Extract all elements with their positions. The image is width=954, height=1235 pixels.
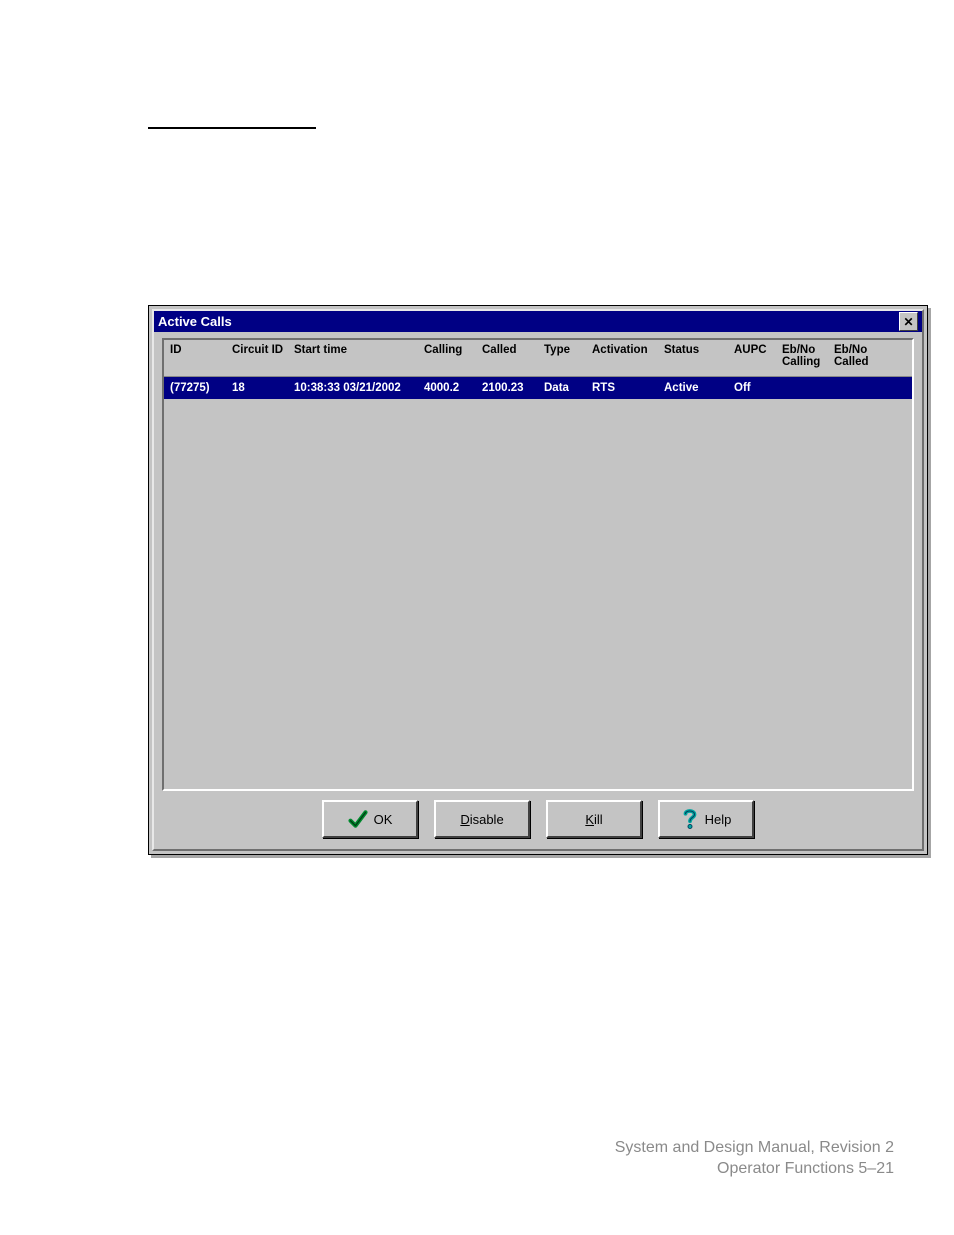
close-icon: ✕ [903, 315, 913, 329]
kill-button[interactable]: Kill [546, 800, 642, 838]
check-icon [348, 808, 368, 830]
cell-aupc: Off [734, 382, 782, 394]
dialog-title: Active Calls [158, 311, 232, 332]
footer-line-1: System and Design Manual, Revision 2 [615, 1138, 894, 1159]
section-rule [148, 127, 316, 129]
table-row[interactable]: (77275) 18 10:38:33 03/21/2002 4000.2 21… [164, 377, 912, 399]
header-aupc: AUPC [734, 344, 782, 356]
help-button[interactable]: Help [658, 800, 754, 838]
list-header: ID Circuit ID Start time Calling Called … [164, 340, 912, 377]
header-activation: Activation [592, 344, 664, 356]
close-button[interactable]: ✕ [899, 312, 918, 331]
header-status: Status [664, 344, 734, 356]
ok-label: OK [374, 812, 393, 827]
header-type: Type [544, 344, 592, 356]
cell-type: Data [544, 382, 592, 394]
button-row: OK Disable Kill Help [154, 799, 922, 839]
cell-called: 2100.23 [482, 382, 544, 394]
active-calls-dialog: Active Calls ✕ ID Circuit ID Start time … [148, 305, 928, 855]
cell-status: Active [664, 382, 734, 394]
cell-id: (77275) [170, 382, 232, 394]
cell-circuit-id: 18 [232, 382, 294, 394]
help-label: Help [705, 812, 732, 827]
disable-label: Disable [460, 812, 503, 827]
footer-line-2: Operator Functions 5–21 [615, 1159, 894, 1180]
cell-start-time: 10:38:33 03/21/2002 [294, 382, 424, 394]
header-calling: Calling [424, 344, 482, 356]
header-ebno-called: Eb/No Called [834, 344, 886, 368]
cell-activation: RTS [592, 382, 664, 394]
header-ebno-calling: Eb/No Calling [782, 344, 834, 368]
header-called: Called [482, 344, 544, 356]
disable-button[interactable]: Disable [434, 800, 530, 838]
cell-calling: 4000.2 [424, 382, 482, 394]
header-circuit-id: Circuit ID [232, 344, 294, 356]
page-footer: System and Design Manual, Revision 2 Ope… [615, 1138, 894, 1180]
dialog-inner: Active Calls ✕ ID Circuit ID Start time … [152, 309, 924, 851]
ok-button[interactable]: OK [322, 800, 418, 838]
question-icon [681, 807, 699, 831]
header-start-time: Start time [294, 344, 424, 356]
calls-list[interactable]: ID Circuit ID Start time Calling Called … [162, 338, 914, 791]
title-bar: Active Calls ✕ [154, 311, 922, 332]
kill-label: Kill [585, 812, 602, 827]
header-id: ID [170, 344, 232, 356]
